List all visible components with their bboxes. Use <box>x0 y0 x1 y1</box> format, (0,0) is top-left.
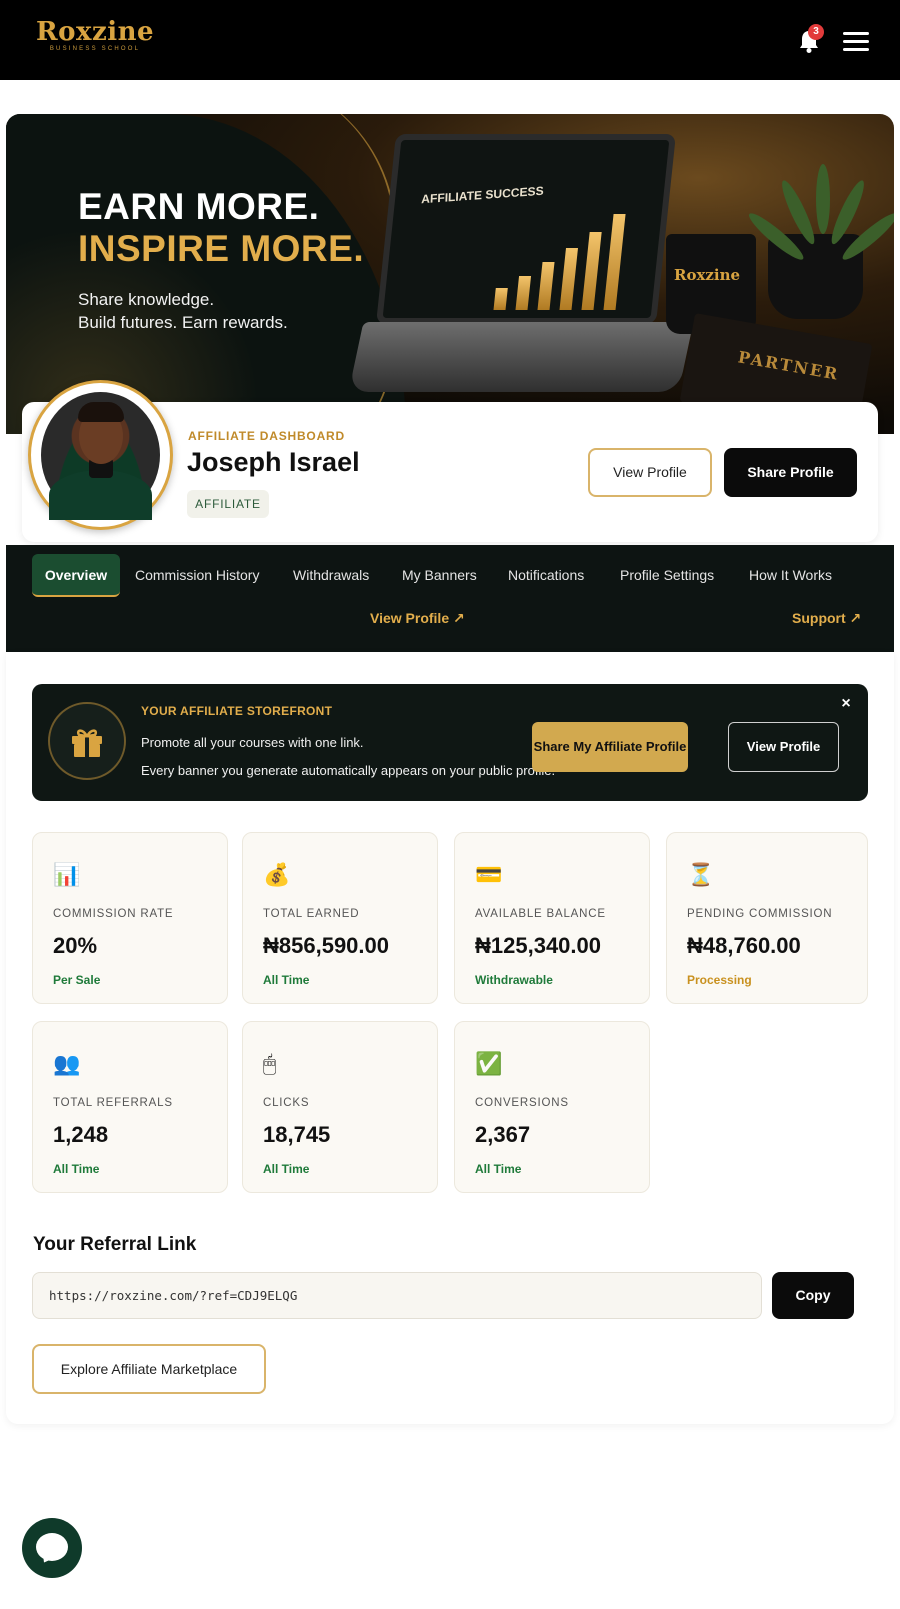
money-bag-icon: 💰 <box>263 862 291 887</box>
storefront-line-1: Promote all your courses with one link. <box>141 735 364 750</box>
avatar <box>28 380 173 530</box>
logo-subtitle: BUSINESS SCHOOL <box>49 46 141 52</box>
share-affiliate-profile-button[interactable]: Share My Affiliate Profile <box>532 722 688 772</box>
role-badge: AFFILIATE <box>187 490 269 518</box>
stat-card-total-earned: 💰 TOTAL EARNED ₦856,590.00 All Time <box>242 832 438 1004</box>
stat-sublabel: All Time <box>53 1162 100 1176</box>
stat-value: ₦48,760.00 <box>687 933 801 958</box>
stat-card-clicks: 🖱 CLICKS 18,745 All Time <box>242 1021 438 1193</box>
avatar-photo <box>41 392 160 520</box>
mouse-icon: 🖱 <box>263 1051 277 1076</box>
referral-link-heading: Your Referral Link <box>33 1234 197 1255</box>
storefront-line-2: Every banner you generate automatically … <box>141 763 556 778</box>
tab-how-it-works[interactable]: How It Works <box>749 554 832 597</box>
plant-leaf <box>816 164 830 234</box>
top-navigation-bar: Roxzine BUSINESS SCHOOL 3 <box>0 0 900 80</box>
hero-tagline-1: Share knowledge. <box>78 290 215 309</box>
view-profile-button[interactable]: View Profile <box>588 448 712 497</box>
profile-name: Joseph Israel <box>187 447 360 477</box>
hero-banner: EARN MORE. INSPIRE MORE. Share knowledge… <box>6 114 894 434</box>
gift-icon <box>72 729 102 757</box>
stat-value: 18,745 <box>263 1122 331 1147</box>
credit-card-icon: 💳 <box>475 862 503 887</box>
stat-value: ₦125,340.00 <box>475 933 601 958</box>
stat-card-available-balance: 💳 AVAILABLE BALANCE ₦125,340.00 Withdraw… <box>454 832 650 1004</box>
explore-marketplace-button[interactable]: Explore Affiliate Marketplace <box>32 1344 266 1394</box>
hero-tagline-2: Build futures. Earn rewards. <box>78 313 288 332</box>
mug-logo-text: Roxzine <box>674 266 741 284</box>
tab-withdrawals[interactable]: Withdrawals <box>293 554 369 597</box>
hamburger-menu-icon[interactable] <box>843 32 869 52</box>
chart-bar <box>493 288 508 310</box>
check-icon: ✅ <box>475 1051 503 1076</box>
tab-overview[interactable]: Overview <box>32 554 120 597</box>
stat-value: 1,248 <box>53 1122 109 1147</box>
share-profile-button[interactable]: Share Profile <box>724 448 857 497</box>
stat-card-commission-rate: 📊 COMMISSION RATE 20% Per Sale <box>32 832 228 1004</box>
tab-commission-history[interactable]: Commission History <box>135 554 259 597</box>
stat-sublabel: All Time <box>263 973 310 987</box>
stat-label: TOTAL REFERRALS <box>53 1097 173 1109</box>
roxzine-logo[interactable]: Roxzine BUSINESS SCHOOL <box>36 18 154 52</box>
storefront-label: YOUR AFFILIATE STOREFRONT <box>141 704 333 718</box>
referral-link-field[interactable]: https://roxzine.com/?ref=CDJ9ELQG <box>32 1272 762 1319</box>
stat-label: TOTAL EARNED <box>263 908 360 920</box>
users-icon: 👥 <box>53 1051 81 1076</box>
chart-bar <box>581 232 602 310</box>
view-profile-link[interactable]: View Profile ↗ <box>370 610 465 627</box>
chart-bar <box>515 276 532 310</box>
stat-sublabel: Processing <box>687 973 752 987</box>
stat-card-pending-commission: ⏳ PENDING COMMISSION ₦48,760.00 Processi… <box>666 832 868 1004</box>
avatar-hair <box>78 402 124 422</box>
laptop-bar-chart <box>483 200 645 310</box>
stat-label: CLICKS <box>263 1097 310 1109</box>
hero-headline-1: EARN MORE. <box>78 186 320 227</box>
dashboard-section-label: AFFILIATE DASHBOARD <box>188 429 345 443</box>
notebook-text: PARTNER <box>736 347 841 384</box>
stat-label: AVAILABLE BALANCE <box>475 908 606 920</box>
stat-value: 2,367 <box>475 1122 531 1147</box>
stat-value: ₦856,590.00 <box>263 933 389 958</box>
tab-my-banners[interactable]: My Banners <box>402 554 477 597</box>
logo-wordmark: Roxzine <box>36 17 155 47</box>
stat-sublabel: Withdrawable <box>475 973 553 987</box>
tab-notifications[interactable]: Notifications <box>508 554 584 597</box>
chat-launcher-button[interactable] <box>22 1518 82 1578</box>
laptop-keyboard <box>348 322 694 392</box>
chart-bar <box>537 262 555 310</box>
hero-headline-2: INSPIRE MORE. <box>78 228 365 269</box>
hourglass-icon: ⏳ <box>687 862 715 887</box>
stat-sublabel: All Time <box>263 1162 310 1176</box>
support-link[interactable]: Support ↗ <box>792 610 861 627</box>
stat-value: 20% <box>53 933 98 958</box>
storefront-view-profile-button[interactable]: View Profile <box>728 722 839 772</box>
chart-bar <box>559 248 579 310</box>
stat-sublabel: All Time <box>475 1162 522 1176</box>
stat-card-total-referrals: 👥 TOTAL REFERRALS 1,248 All Time <box>32 1021 228 1193</box>
close-icon[interactable]: × <box>838 696 854 712</box>
chat-bubble-icon <box>36 1533 68 1561</box>
stat-card-conversions: ✅ CONVERSIONS 2,367 All Time <box>454 1021 650 1193</box>
tab-profile-settings[interactable]: Profile Settings <box>620 554 714 597</box>
chart-bar <box>603 214 626 310</box>
stat-label: COMMISSION RATE <box>53 908 174 920</box>
bar-chart-icon: 📊 <box>53 862 81 887</box>
notification-count-badge: 3 <box>808 24 824 40</box>
laptop-illustration: AFFILIATE SUCCESS <box>376 134 676 324</box>
stat-sublabel: Per Sale <box>53 973 101 987</box>
stat-label: PENDING COMMISSION <box>687 908 833 920</box>
copy-button[interactable]: Copy <box>772 1272 854 1319</box>
stat-label: CONVERSIONS <box>475 1097 569 1109</box>
